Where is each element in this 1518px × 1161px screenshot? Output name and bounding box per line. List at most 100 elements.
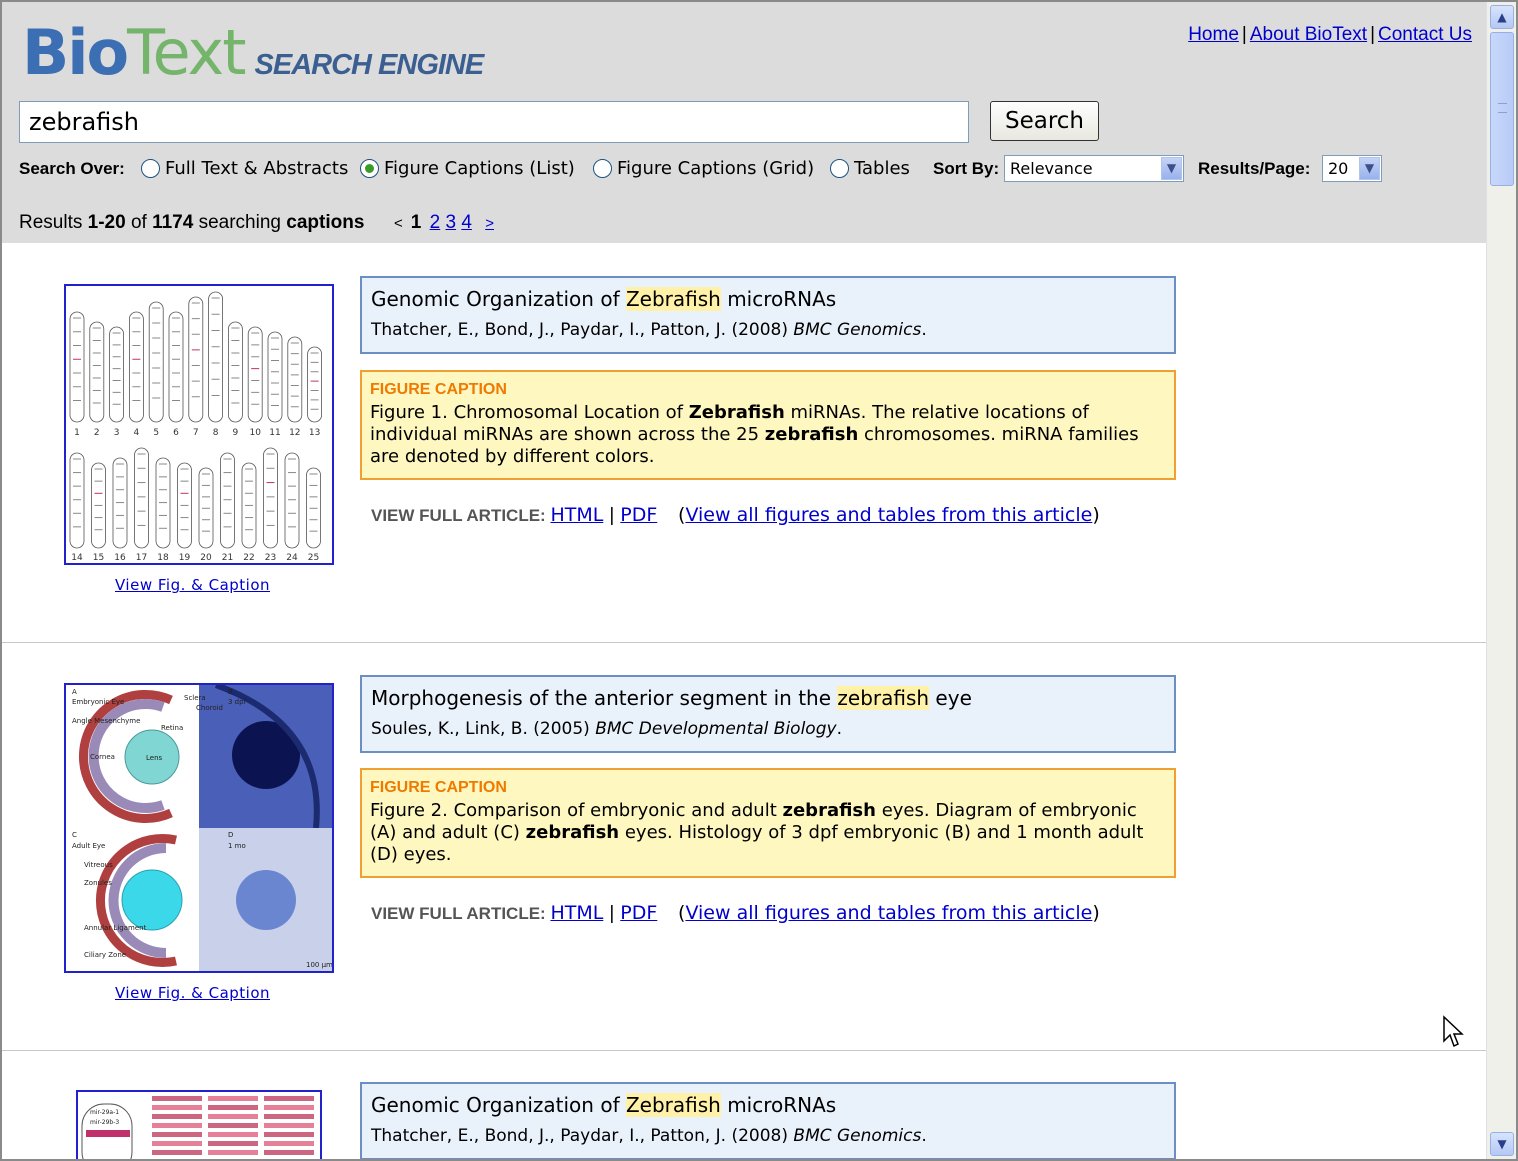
citation-authors: Soules, K., Link, B. (2005) bbox=[371, 719, 596, 739]
citation-end: . bbox=[836, 719, 842, 739]
citation-journal: BMC Genomics bbox=[793, 1126, 922, 1146]
chromosome-shape bbox=[267, 331, 283, 423]
table-cell bbox=[152, 1105, 202, 1110]
chromosome-label: 10 bbox=[249, 428, 261, 438]
pager-next[interactable]: > bbox=[485, 215, 494, 232]
caption-keyword: zebrafish bbox=[525, 822, 620, 843]
radio-button-icon[interactable] bbox=[830, 158, 849, 178]
eye-figure: A Embryonic Eye Sclera Choroid B 3 dpf Retina A… bbox=[66, 685, 332, 971]
view-fig-caption-link[interactable]: View Fig. & Caption bbox=[115, 576, 270, 594]
eye-figure-label: 3 dpf bbox=[228, 698, 247, 706]
biotext-logo[interactable]: BioText SEARCH ENGINE bbox=[22, 16, 484, 89]
title-highlight: Zebrafish bbox=[625, 287, 721, 311]
chromosome-shape bbox=[208, 291, 224, 423]
radio-label: Full Text & Abstracts bbox=[165, 157, 349, 179]
chromosome-shape bbox=[188, 296, 204, 423]
table-cell bbox=[264, 1105, 314, 1110]
radio-label: Figure Captions (Grid) bbox=[617, 157, 815, 179]
summary-range: 1-20 bbox=[87, 212, 126, 233]
eye-figure-label: Zonules bbox=[84, 879, 112, 887]
result-thumbnail[interactable]: A Embryonic Eye Sclera Choroid B 3 dpf Retina A… bbox=[64, 683, 334, 973]
chromosome-label: 1 bbox=[74, 428, 80, 438]
scroll-up-arrow-icon[interactable]: ▲ bbox=[1490, 5, 1514, 29]
results-per-page-value: 20 bbox=[1328, 159, 1349, 178]
scroll-thumb[interactable] bbox=[1490, 32, 1514, 186]
title-text: eye bbox=[929, 686, 972, 710]
page-viewport: BioText SEARCH ENGINE Home | About BioText |… bbox=[2, 2, 1488, 1159]
chevron-down-icon[interactable]: ▼ bbox=[1161, 157, 1182, 180]
summary-target: captions bbox=[286, 212, 365, 233]
summary-total: 1174 bbox=[152, 212, 194, 233]
figure-caption-box: FIGURE CAPTION Figure 2. Comparison of e… bbox=[360, 768, 1176, 878]
home-link[interactable]: Home bbox=[1188, 24, 1239, 45]
sort-by-select[interactable]: Relevance ▼ bbox=[1004, 155, 1184, 182]
chromosome-label: 25 bbox=[308, 553, 319, 563]
eye-figure-label: B bbox=[228, 688, 233, 696]
pdf-link[interactable]: PDF bbox=[620, 504, 657, 526]
radio-tables[interactable]: Tables bbox=[830, 154, 910, 182]
view-fig-caption-link[interactable]: View Fig. & Caption bbox=[115, 984, 270, 1002]
chromosome-shape bbox=[227, 321, 243, 423]
chromosome-label: 22 bbox=[243, 553, 254, 563]
chromosome-shape bbox=[287, 336, 303, 423]
nav-separator: | bbox=[1241, 24, 1247, 45]
chromosome-label: 17 bbox=[136, 553, 147, 563]
result-title-box: Morphogenesis of the anterior segment in… bbox=[360, 675, 1176, 753]
radio-button-icon[interactable] bbox=[593, 158, 612, 178]
radio-button-icon[interactable] bbox=[141, 158, 160, 178]
vertical-scrollbar[interactable]: ▲ ▼ bbox=[1486, 2, 1516, 1159]
pager-page-3[interactable]: 3 bbox=[445, 212, 456, 233]
view-all-figures-link[interactable]: View all figures and tables from this ar… bbox=[685, 902, 1092, 924]
table-cell bbox=[208, 1114, 258, 1119]
about-link[interactable]: About BioText bbox=[1250, 24, 1367, 45]
pager-page-4[interactable]: 4 bbox=[461, 212, 472, 233]
radio-full-text[interactable]: Full Text & Abstracts bbox=[141, 154, 348, 182]
table-cell bbox=[152, 1123, 202, 1128]
eye-figure-label: Cornea bbox=[90, 753, 115, 761]
radio-figure-captions-grid[interactable]: Figure Captions (Grid) bbox=[593, 154, 814, 182]
radio-button-selected-icon[interactable] bbox=[360, 158, 379, 178]
chromosome-figure: 1 2 3 4 5 6 7 8 9 10 11 12 1314 15 16 17 18 19 20 21 22 23 24 2… bbox=[69, 291, 323, 563]
contact-link[interactable]: Contact Us bbox=[1378, 24, 1472, 45]
results-per-page-select[interactable]: 20 ▼ bbox=[1322, 155, 1382, 182]
title-text: Genomic Organization of bbox=[371, 1093, 626, 1117]
nav-separator: | bbox=[1370, 24, 1376, 45]
chromosome-shape bbox=[69, 452, 85, 549]
full-article-links: VIEW FULL ARTICLE: HTML | PDF (View all fi… bbox=[371, 504, 1100, 527]
result-thumbnail[interactable]: 1 2 3 4 5 6 7 8 9 10 11 12 13 14 15 16 17 18 19 20 21 22 23 24 2… bbox=[64, 284, 334, 565]
figure-caption-text: Figure 2. Comparison of embryonic and ad… bbox=[370, 800, 1166, 866]
radio-figure-captions-list[interactable]: Figure Captions (List) bbox=[360, 154, 575, 182]
table-cell bbox=[152, 1141, 202, 1146]
pager-page-2[interactable]: 2 bbox=[430, 212, 441, 233]
html-link[interactable]: HTML bbox=[550, 902, 603, 924]
browser-window: BioText SEARCH ENGINE Home | About BioText |… bbox=[0, 0, 1518, 1161]
chevron-down-icon[interactable]: ▼ bbox=[1359, 157, 1380, 180]
chromosome-label: 9 bbox=[233, 428, 239, 438]
result-citation: Thatcher, E., Bond, J., Paydar, I., Patt… bbox=[371, 1126, 1165, 1146]
result-thumbnail[interactable]: mir-29a-1 mir-29b-3 bbox=[76, 1090, 322, 1159]
result-title[interactable]: Morphogenesis of the anterior segment in… bbox=[371, 686, 1165, 710]
citation-authors: Thatcher, E., Bond, J., Paydar, I., Patt… bbox=[371, 1126, 794, 1146]
eye-figure-label: Sclera bbox=[184, 694, 206, 702]
chromosome-label: 6 bbox=[173, 428, 179, 438]
hairpin-band bbox=[86, 1130, 130, 1137]
chromosome-shape bbox=[69, 311, 85, 423]
citation-authors: Thatcher, E., Bond, J., Paydar, I., Patt… bbox=[371, 320, 794, 340]
result-title-box: Genomic Organization of Zebrafish microR… bbox=[360, 276, 1176, 354]
search-input[interactable] bbox=[19, 101, 969, 143]
view-all-figures-link[interactable]: View all figures and tables from this ar… bbox=[685, 504, 1092, 526]
eye-figure-label: Annular Ligament bbox=[84, 924, 147, 932]
top-nav: Home | About BioText | Contact Us bbox=[1188, 24, 1472, 46]
html-link[interactable]: HTML bbox=[550, 504, 603, 526]
chromosome-label: 12 bbox=[289, 428, 300, 438]
pager: <1 2 3 4 > bbox=[394, 212, 494, 234]
citation-end: . bbox=[921, 1126, 927, 1146]
caption-keyword: zebrafish bbox=[764, 424, 859, 445]
result-title[interactable]: Genomic Organization of Zebrafish microR… bbox=[371, 1093, 1165, 1117]
table-cell bbox=[152, 1114, 202, 1119]
search-button[interactable]: Search bbox=[990, 101, 1099, 141]
result-title[interactable]: Genomic Organization of Zebrafish microR… bbox=[371, 287, 1165, 311]
scroll-down-arrow-icon[interactable]: ▼ bbox=[1490, 1132, 1514, 1156]
table-cell bbox=[264, 1114, 314, 1119]
pdf-link[interactable]: PDF bbox=[620, 902, 657, 924]
